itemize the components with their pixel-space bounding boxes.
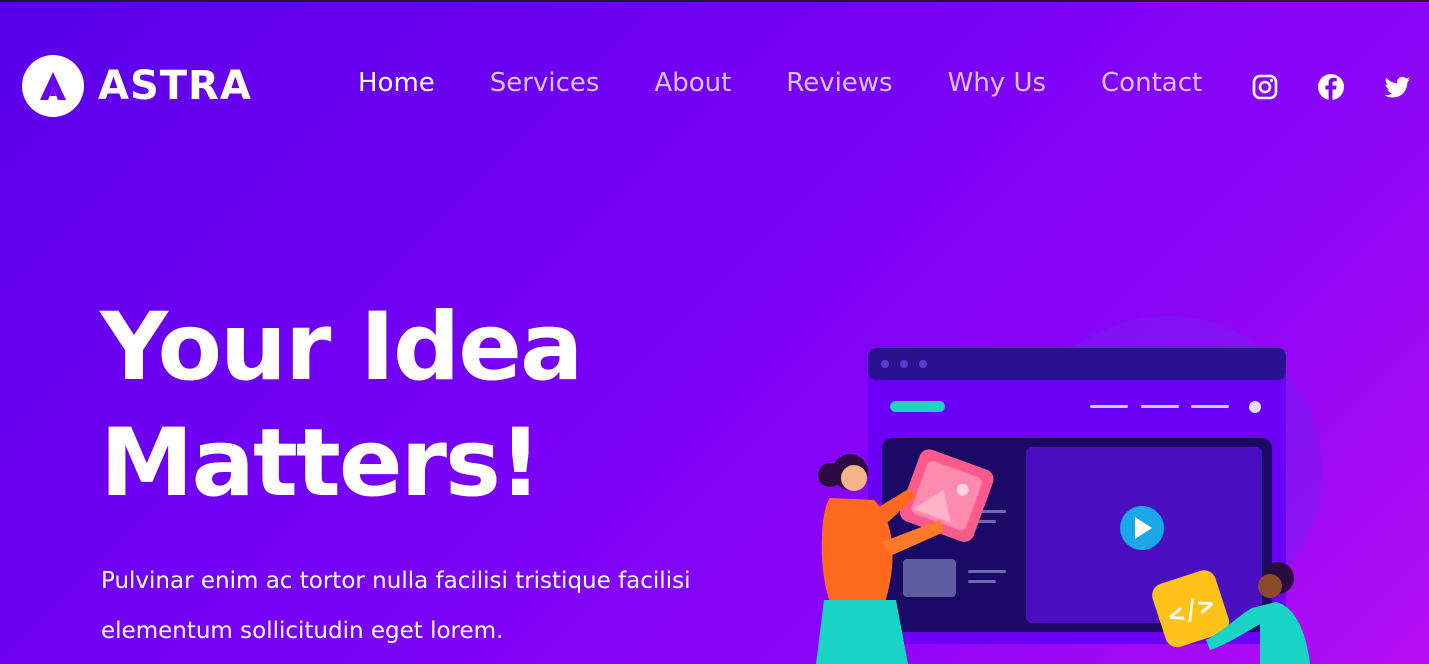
- hero-title-line-2: Matters!: [100, 409, 542, 518]
- astra-logo-icon: [22, 55, 84, 117]
- hero-title: Your Idea Matters!: [100, 290, 740, 522]
- hero-description: Pulvinar enim ac tortor nulla facilisi t…: [101, 568, 691, 644]
- main-nav: Home Services About Reviews Why Us Conta…: [358, 68, 1257, 98]
- nav-about[interactable]: About: [654, 68, 731, 98]
- nav-home[interactable]: Home: [358, 68, 435, 98]
- nav-reviews[interactable]: Reviews: [786, 68, 892, 98]
- instagram-icon[interactable]: [1250, 72, 1280, 102]
- facebook-icon[interactable]: [1316, 72, 1346, 102]
- site-logo[interactable]: ASTRA: [22, 55, 252, 117]
- social-links: [1250, 72, 1412, 102]
- nav-why-us[interactable]: Why Us: [948, 68, 1046, 98]
- site-header: ASTRA Home Services About Reviews Why Us…: [0, 0, 1429, 175]
- nav-contact[interactable]: Contact: [1101, 68, 1202, 98]
- browser-titlebar-shape: [868, 348, 1286, 380]
- hero-title-line-1: Your Idea: [100, 293, 583, 402]
- brand-name: ASTRA: [98, 63, 252, 109]
- hero-illustration: </>: [790, 310, 1330, 664]
- nav-services[interactable]: Services: [490, 68, 600, 98]
- twitter-icon[interactable]: [1382, 72, 1412, 102]
